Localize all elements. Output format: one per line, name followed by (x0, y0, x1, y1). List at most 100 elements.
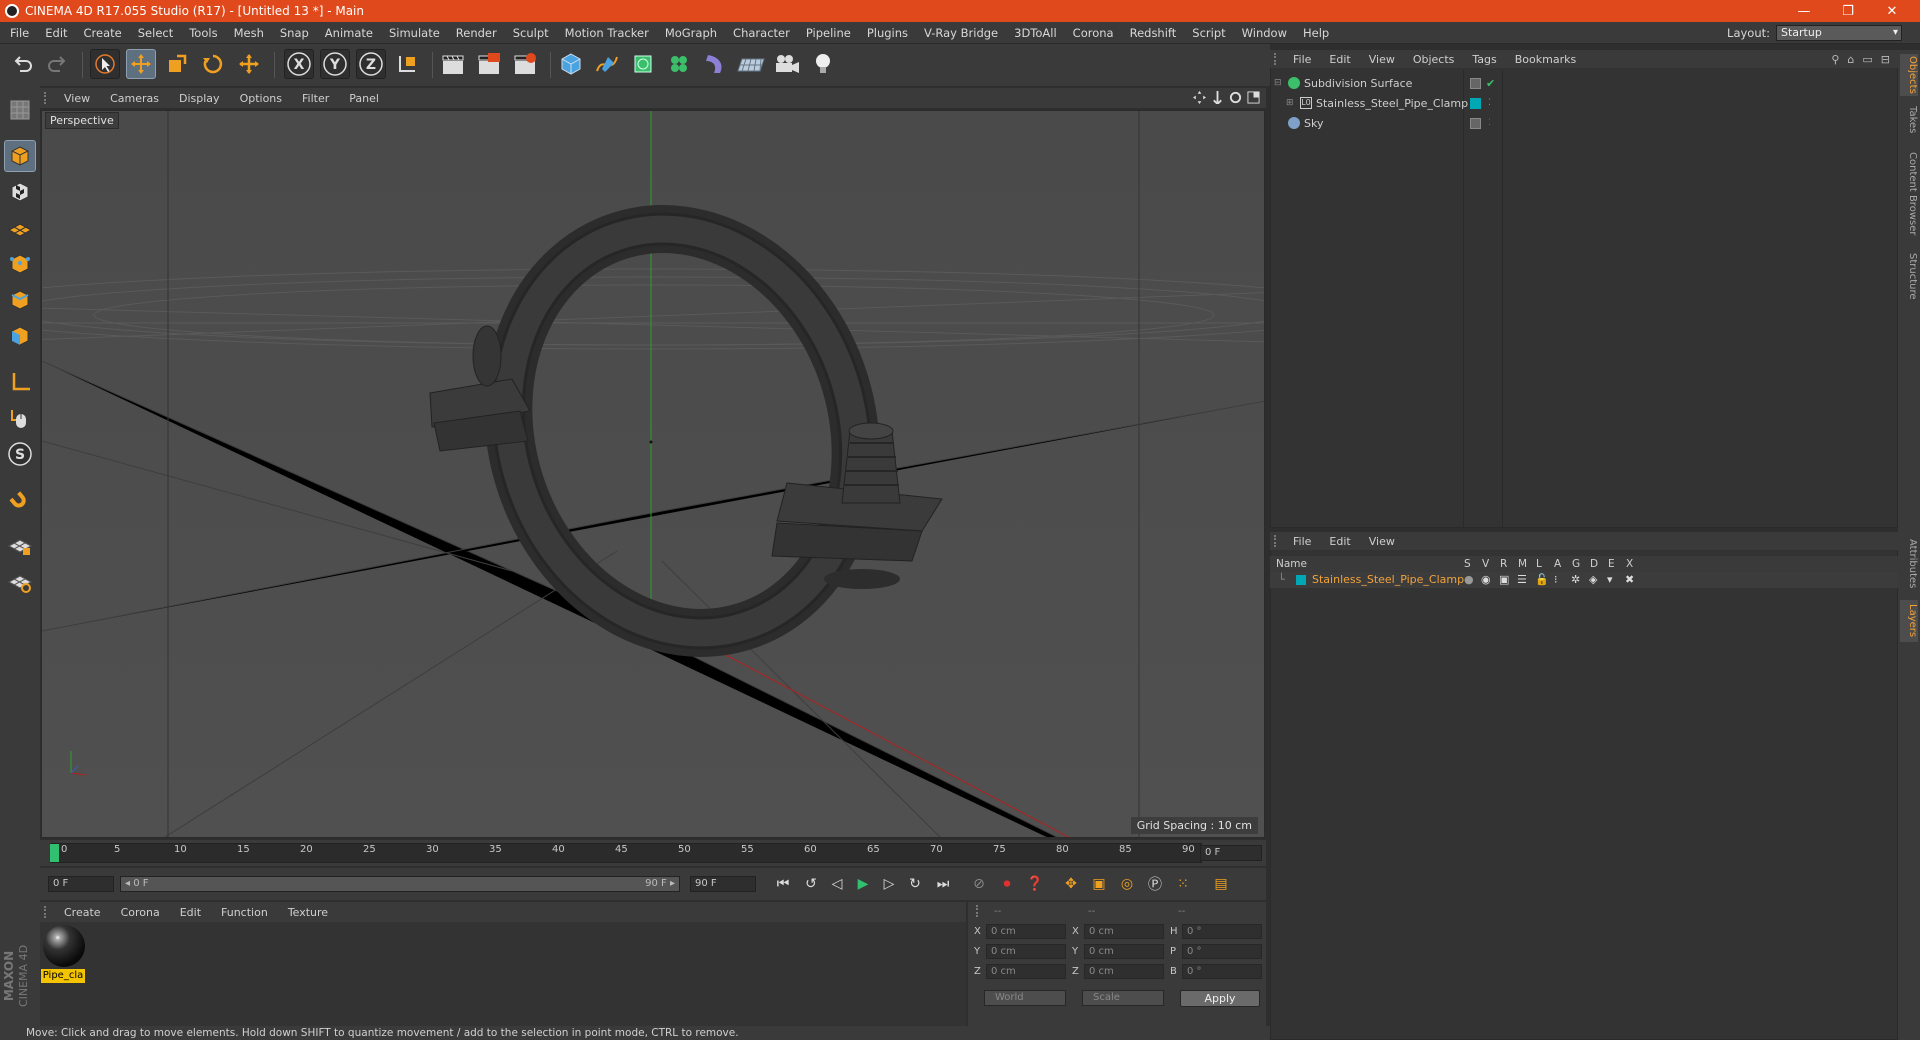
menu-sculpt[interactable]: Sculpt (505, 26, 557, 40)
menu-plugins[interactable]: Plugins (859, 26, 916, 40)
snap-button[interactable]: S (4, 438, 36, 470)
live-selection-button[interactable] (90, 49, 120, 79)
move-tool-button[interactable] (126, 49, 156, 79)
material-name-label[interactable]: Pipe_cla (41, 969, 85, 983)
subdivision-surface-button[interactable] (628, 49, 658, 79)
render-toggle-icon[interactable]: ▣ (1499, 573, 1509, 586)
redo-button[interactable] (42, 49, 72, 79)
key-scale-button[interactable]: ▣ (1088, 873, 1110, 895)
column-generators[interactable]: G (1572, 558, 1580, 570)
editor-visibility-toggle[interactable] (1470, 117, 1481, 129)
play-button[interactable]: ▶ (852, 873, 874, 895)
menu-edit[interactable]: Edit (37, 26, 75, 40)
size-mode-dropdown[interactable]: Scale (1082, 990, 1164, 1006)
points-mode-button[interactable] (4, 248, 36, 280)
visibility-dots-icon[interactable]: ⁚ (1488, 98, 1491, 108)
menu-corona[interactable]: Corona (1065, 26, 1122, 40)
render-view-button[interactable] (438, 49, 468, 79)
new-view-icon[interactable]: ▭ (1862, 53, 1872, 66)
rotate-view-icon[interactable] (1229, 91, 1242, 104)
collapse-icon[interactable]: ⊟ (1274, 78, 1284, 88)
start-frame-field[interactable]: 0 F (48, 876, 114, 892)
perspective-viewport[interactable]: Perspective Grid Spacing : 10 cm (41, 110, 1265, 838)
menu-tools[interactable]: Tools (181, 26, 225, 40)
viewport-menu-view[interactable]: View (54, 92, 100, 105)
maximize-button[interactable]: ❐ (1826, 0, 1870, 22)
menu-3dtoall[interactable]: 3DToAll (1006, 26, 1065, 40)
column-xref[interactable]: X (1626, 558, 1633, 570)
tab-objects[interactable]: Objects (1900, 54, 1918, 96)
rotate-tool-button[interactable] (198, 49, 228, 79)
goto-end-button[interactable]: ⏭ (932, 873, 954, 895)
deformers-toggle-icon[interactable]: ◈ (1589, 573, 1597, 586)
layer-color-swatch[interactable] (1296, 575, 1306, 585)
size-z-field[interactable]: 0 cm (1084, 964, 1164, 979)
tab-takes[interactable]: Takes (1900, 102, 1918, 138)
y-axis-lock-button[interactable]: Y (320, 49, 350, 79)
material-menu-edit[interactable]: Edit (170, 906, 211, 919)
manager-toggle-icon[interactable]: ☰ (1517, 573, 1527, 586)
animation-toggle-icon[interactable]: ⁝ (1554, 573, 1558, 586)
material-manager-area[interactable] (40, 922, 966, 1026)
previous-frame-button[interactable]: ◁ (826, 873, 848, 895)
recent-tool-button[interactable] (234, 49, 264, 79)
menu-simulate[interactable]: Simulate (381, 26, 448, 40)
layer-menu-view[interactable]: View (1360, 535, 1404, 548)
cloner-button[interactable] (664, 49, 694, 79)
menu-vray-bridge[interactable]: V-Ray Bridge (916, 26, 1006, 40)
enabled-check-icon[interactable]: ✔ (1486, 77, 1495, 90)
pos-z-field[interactable]: 0 cm (986, 964, 1066, 979)
column-expressions[interactable]: E (1608, 558, 1615, 570)
model-mode-button[interactable] (4, 140, 36, 172)
column-view[interactable]: V (1482, 558, 1489, 570)
layer-row[interactable]: └ Stainless_Steel_Pipe_Clamp ● ◉ ▣ ☰ 🔓 ⁝… (1270, 572, 1898, 588)
object-menu-view[interactable]: View (1360, 53, 1404, 66)
keyframe-selection-button[interactable]: ❓ (1024, 873, 1046, 895)
menu-window[interactable]: Window (1234, 26, 1295, 40)
polygons-mode-button[interactable] (4, 320, 36, 352)
expressions-toggle-icon[interactable]: ▾ (1607, 573, 1613, 586)
rot-b-field[interactable]: 0 ° (1182, 964, 1262, 979)
key-position-button[interactable]: ✥ (1060, 873, 1082, 895)
menu-select[interactable]: Select (130, 26, 181, 40)
home-icon[interactable]: ⌂ (1847, 53, 1854, 66)
menu-motion-tracker[interactable]: Motion Tracker (557, 26, 657, 40)
magnet-button[interactable] (4, 486, 36, 518)
material-menu-corona[interactable]: Corona (111, 906, 170, 919)
column-solo[interactable]: S (1464, 558, 1471, 570)
object-name[interactable]: Stainless_Steel_Pipe_Clamp (1316, 97, 1468, 110)
floor-button[interactable] (736, 49, 766, 79)
layer-name[interactable]: Stainless_Steel_Pipe_Clamp (1312, 573, 1464, 586)
x-axis-lock-button[interactable]: X (284, 49, 314, 79)
menu-mesh[interactable]: Mesh (226, 26, 272, 40)
texture-mode-button[interactable] (4, 176, 36, 208)
goto-start-button[interactable]: ⏮ (772, 873, 794, 895)
column-deformers[interactable]: D (1590, 558, 1598, 570)
rot-h-field[interactable]: 0 ° (1182, 924, 1262, 939)
menu-redshift[interactable]: Redshift (1122, 26, 1185, 40)
workplane-mode-button[interactable] (4, 212, 36, 244)
move-view-icon[interactable] (1193, 91, 1206, 104)
viewport-menu-display[interactable]: Display (169, 92, 230, 105)
apply-button[interactable]: Apply (1180, 990, 1260, 1007)
key-point-level-button[interactable]: ⁙ (1172, 873, 1194, 895)
autokeying-button[interactable]: ⏺ (996, 873, 1018, 895)
layout-dropdown[interactable]: Startup (1776, 25, 1902, 41)
rot-p-field[interactable]: 0 ° (1182, 944, 1262, 959)
size-x-field[interactable]: 0 cm (1084, 924, 1164, 939)
cube-object-button[interactable] (556, 49, 586, 79)
pos-x-field[interactable]: 0 cm (986, 924, 1066, 939)
minimize-button[interactable]: — (1782, 0, 1826, 22)
menu-animate[interactable]: Animate (317, 26, 381, 40)
tab-attributes[interactable]: Attributes (1900, 534, 1918, 594)
make-editable-button[interactable] (4, 94, 36, 126)
key-parameter-button[interactable]: Ⓟ (1144, 873, 1166, 895)
pos-y-field[interactable]: 0 cm (986, 944, 1066, 959)
column-render[interactable]: R (1500, 558, 1507, 570)
menu-help[interactable]: Help (1295, 26, 1337, 40)
workplane-lock-button[interactable] (4, 530, 36, 562)
viewport-menu-cameras[interactable]: Cameras (100, 92, 169, 105)
material-preview-sphere[interactable] (43, 925, 85, 967)
end-frame-field[interactable]: 90 F (690, 876, 756, 892)
object-name[interactable]: Subdivision Surface (1304, 77, 1412, 90)
